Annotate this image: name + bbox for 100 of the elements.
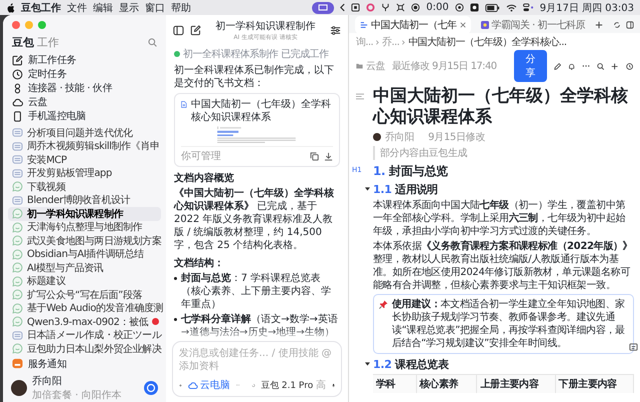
app-menu[interactable]: 豆包工作 — [21, 0, 61, 14]
notification-icon — [12, 358, 23, 369]
battery-icon[interactable] — [484, 4, 500, 12]
chat-history-item[interactable]: 初一学科知识课程制作 — [8, 207, 161, 220]
document-icon — [12, 330, 23, 341]
chat-history-item[interactable]: 武汉美食地图与两日游规划方案 — [8, 234, 161, 248]
wifi-icon[interactable] — [506, 4, 517, 12]
search-icon[interactable] — [597, 62, 604, 70]
copy-icon[interactable] — [310, 152, 319, 160]
pencil-icon[interactable] — [554, 62, 561, 70]
clock-text[interactable]: 9月17日 周四 03:03 — [540, 0, 634, 14]
nav-item[interactable]: 云盘 — [8, 95, 161, 109]
command-icon[interactable] — [396, 3, 406, 12]
clock-icon — [12, 68, 23, 80]
chat-history-item[interactable]: 天津海钓点整理与地图制作 — [8, 220, 161, 234]
target-icon[interactable] — [454, 3, 464, 12]
browser-tab[interactable]: 中国大陆初一（七年 — [355, 16, 470, 34]
avatar-icon[interactable] — [11, 380, 27, 396]
chat-history-item[interactable]: Obsidian与AI插件调研总结 — [8, 248, 161, 261]
pushpin-icon — [379, 300, 388, 309]
settings-sliders-icon[interactable] — [330, 25, 341, 36]
comment-icon[interactable] — [629, 343, 638, 352]
plus-icon[interactable] — [595, 20, 604, 28]
menu-item[interactable]: 帮助 — [171, 0, 191, 14]
sync-icon[interactable] — [613, 20, 622, 28]
bell-icon[interactable] — [568, 62, 576, 70]
split-view-icon[interactable] — [626, 20, 634, 28]
breadcrumb-link[interactable]: 中国大陆初一（七年级）全学科核心... — [408, 35, 566, 49]
phone-icon — [12, 110, 23, 122]
table-header-cell: 学科 — [373, 375, 416, 393]
close-window-icon[interactable] — [12, 21, 20, 29]
nav-item[interactable]: 手机遥控电脑 — [8, 109, 161, 123]
document-title: 中国大陆初一（七年级）全学科核心知识课程体系 — [190, 99, 332, 124]
menu-item[interactable]: 显示 — [119, 0, 139, 14]
chat-history-item[interactable]: 扩写公众号“写在后面”段落 — [8, 288, 161, 302]
plus-icon[interactable] — [611, 62, 619, 70]
pen-square-icon — [12, 54, 23, 66]
close-icon[interactable] — [460, 22, 466, 28]
paragraph: 本课程体系面向中国大陆七年级（初一）学生，覆盖初中第一年全部核心学科。学制上采用六三制，七年级为初中起始年级，承担由小学向初中学习方式过渡的关键任务。 — [373, 199, 626, 238]
chat-history-item[interactable]: 标题建议 — [8, 274, 161, 288]
screen-share-icon[interactable] — [312, 2, 334, 14]
menu-item[interactable]: 文件 — [67, 0, 87, 14]
table-header-cell: 核心素养 — [416, 375, 478, 393]
app-icon[interactable] — [470, 3, 479, 12]
document-card[interactable]: 中国大陆初一（七年级）全学科核心知识课程体系 你可管理 — [174, 93, 340, 167]
brand-subtitle: 工作 — [37, 35, 59, 50]
outline-icon[interactable] — [356, 93, 364, 100]
nav-item[interactable]: 定时任务 — [8, 67, 161, 81]
collapse-triangle-icon[interactable] — [365, 362, 370, 366]
chat-history-item[interactable]: 分析项目问题并迭代优化 — [8, 126, 161, 140]
chat-history-item[interactable]: 基于Web Audio的发音准确度测 — [8, 302, 161, 315]
chat-history-item[interactable]: 周乔木视频剪辑skill制作《肖申 — [8, 140, 161, 153]
window-icon[interactable] — [351, 3, 360, 12]
message-field[interactable]: 发消息或创建任务... / 使用技能 @ 添加资料 云电脑 豆包 2.1 Pro 高 — [172, 341, 342, 397]
brand-name: 豆包 — [12, 35, 34, 50]
apple-logo-icon[interactable] — [6, 2, 15, 12]
chat-history-item[interactable]: 豆包助力日本山梨外贸企业解决 — [8, 342, 161, 356]
chat-bubble-icon — [12, 208, 23, 220]
app-icon — [480, 20, 488, 28]
user-name[interactable]: 乔向阳 — [32, 374, 122, 388]
chat-bubble-icon — [12, 262, 23, 274]
browser-tab[interactable]: 学霸闯关 · 初一七科原 — [476, 16, 590, 34]
color-wheel-icon[interactable] — [366, 3, 376, 12]
nav-item[interactable]: 新工作任务 — [8, 53, 161, 67]
chat-history-item[interactable]: Blender博朗收音机设计 — [8, 194, 161, 207]
bullet-item: 封面与总览：7 学科课程总览表（核心素养、上下册主要内容、学年重点） — [174, 272, 340, 311]
cloud-pc-button[interactable]: 云电脑 — [188, 378, 230, 392]
download-badge-icon[interactable] — [144, 380, 158, 394]
chat-bubble-icon — [12, 181, 23, 192]
menu-item[interactable]: 编辑 — [93, 0, 113, 14]
nav-item[interactable]: 连接器 · 技能 · 伙伴 — [8, 81, 161, 95]
chat-history-item[interactable]: 安装MCP — [8, 153, 161, 166]
chat-history-item[interactable]: 下载视频 — [8, 180, 161, 194]
chat-bubble-icon — [12, 289, 23, 300]
document-icon — [360, 20, 368, 28]
share-button[interactable]: 分享 — [514, 50, 547, 82]
control-center-icon[interactable] — [522, 3, 534, 12]
avatar-icon[interactable] — [373, 133, 381, 141]
record-icon[interactable] — [411, 3, 420, 12]
chat-history-item[interactable]: 开发剪贴板管理app — [8, 166, 161, 180]
chevron-right-icon — [376, 40, 380, 44]
fork-icon[interactable] — [381, 3, 390, 12]
chevron-left-icon[interactable] — [340, 3, 346, 12]
chat-history-item[interactable]: 日本語メール作成・校正ツール — [8, 328, 161, 342]
notification-item[interactable]: 服务通知 — [8, 356, 161, 370]
modified-time: 最近修改 9月15日 17:40 — [392, 60, 496, 73]
menu-item[interactable]: 窗口 — [145, 0, 165, 14]
collapse-triangle-icon[interactable] — [365, 187, 370, 191]
download-icon[interactable] — [324, 152, 333, 160]
more-icon[interactable] — [582, 64, 590, 68]
chat-title[interactable]: 初一学科知识课程制作 — [216, 19, 316, 33]
folder-icon — [356, 63, 363, 69]
model-selector[interactable]: 豆包 2.1 Pro 高 — [260, 378, 326, 392]
chat-history-item[interactable]: Qwen3.9-max-0902：被低 — [8, 315, 161, 328]
new-chat-icon[interactable] — [190, 25, 201, 36]
section-heading: 文档结构： — [174, 256, 225, 270]
chat-history-item[interactable]: AI模型与产品资讯 — [8, 261, 161, 274]
history-icon[interactable] — [626, 62, 634, 70]
heading: 1. 封面与总览 — [373, 163, 449, 180]
sidebar-toggle-icon[interactable] — [173, 25, 184, 36]
